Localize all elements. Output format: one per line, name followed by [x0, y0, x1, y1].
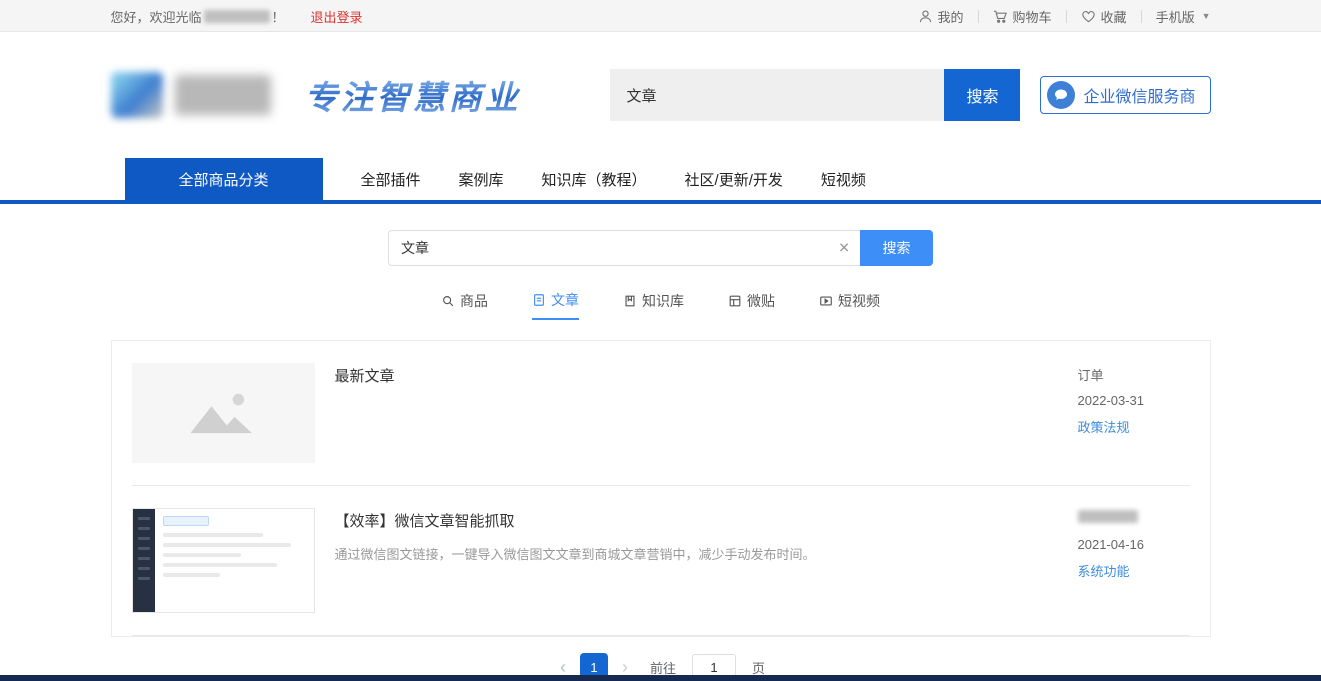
nav-knowledge-base[interactable]: 知识库（教程） [542, 169, 647, 190]
topbar-greeting-area: 您好，欢迎光临 ！ 退出登录 [111, 7, 363, 26]
result-row[interactable]: 最新文章 订单 2022-03-31 政策法规 [132, 341, 1190, 486]
cart-icon [993, 9, 1008, 24]
nav-short-video[interactable]: 短视频 [821, 169, 866, 190]
book-icon [623, 294, 637, 308]
blurred-logo-mark [111, 72, 163, 118]
divider [978, 10, 979, 23]
my-account-link[interactable]: 我的 [918, 7, 964, 26]
video-icon [819, 294, 833, 308]
filter-tab-label: 商品 [460, 291, 488, 311]
my-account-label: 我的 [938, 7, 964, 26]
nav-case-library[interactable]: 案例库 [459, 169, 504, 190]
filter-tab-label: 知识库 [642, 291, 684, 311]
search-icon [441, 294, 455, 308]
filter-tab-label: 短视频 [838, 291, 880, 311]
result-date: 2022-03-31 [1078, 393, 1190, 408]
divider [1141, 10, 1142, 23]
mobile-version-dropdown[interactable]: 手机版 ▼ [1156, 7, 1211, 26]
header: 专注智慧商业 搜索 企业微信服务商 [0, 32, 1321, 158]
result-category-link[interactable]: 系统功能 [1078, 561, 1130, 580]
header-search-input[interactable] [610, 69, 944, 121]
results-card: 最新文章 订单 2022-03-31 政策法规 [111, 340, 1211, 637]
filter-tab-articles[interactable]: 文章 [532, 290, 579, 320]
filter-tab-label: 微贴 [747, 291, 775, 311]
nav-community[interactable]: 社区/更新/开发 [685, 169, 783, 190]
blurred-meta [1078, 510, 1138, 523]
wecom-service-label: 企业微信服务商 [1083, 83, 1195, 107]
blurred-username [204, 10, 270, 23]
favorites-label: 收藏 [1101, 7, 1127, 26]
cart-label: 购物车 [1013, 7, 1052, 26]
grid-icon [728, 294, 742, 308]
filter-tabs: 商品 文章 知识库 微贴 短视频 [0, 290, 1321, 320]
result-thumbnail [132, 508, 315, 613]
result-meta: 订单 [1078, 365, 1190, 384]
result-row[interactable]: 【效率】微信文章智能抓取 通过微信图文链接，一键导入微信图文文章到商城文章营销中… [132, 486, 1190, 636]
chat-bubble-icon [1047, 81, 1075, 109]
thumbnail-body [155, 509, 314, 612]
footer-strip [0, 675, 1321, 681]
nav-all-categories[interactable]: 全部商品分类 [125, 158, 323, 200]
goto-label: 前往 [650, 658, 676, 677]
blurred-logo-text [175, 75, 271, 115]
divider [1066, 10, 1067, 23]
main-nav: 全部商品分类 全部插件 案例库 知识库（教程） 社区/更新/开发 短视频 [0, 158, 1321, 204]
filter-tab-posts[interactable]: 微贴 [728, 290, 775, 320]
inner-search-button[interactable]: 搜索 [860, 230, 933, 266]
filter-tab-label: 文章 [551, 290, 579, 310]
image-placeholder-icon [184, 389, 262, 437]
greeting-end: ！ [272, 7, 285, 26]
filter-tab-goods[interactable]: 商品 [441, 290, 488, 320]
header-search-button[interactable]: 搜索 [944, 69, 1020, 121]
page-unit-label: 页 [752, 658, 765, 677]
result-title[interactable]: 【效率】微信文章智能抓取 [335, 510, 1058, 531]
person-icon [918, 9, 933, 24]
filter-tab-video[interactable]: 短视频 [819, 290, 880, 320]
thumbnail-sidebar [133, 509, 155, 612]
logo-area[interactable]: 专注智慧商业 [111, 71, 521, 119]
article-icon [532, 293, 546, 307]
wecom-service-button[interactable]: 企业微信服务商 [1040, 76, 1210, 114]
content: ✕ 搜索 商品 文章 知识库 微贴 [0, 204, 1321, 681]
filter-tab-knowledge[interactable]: 知识库 [623, 290, 684, 320]
inner-search: ✕ 搜索 [388, 230, 933, 266]
result-description: 通过微信图文链接，一键导入微信图文文章到商城文章营销中，减少手动发布时间。 [335, 545, 1058, 565]
greeting-text: 您好，欢迎光临 [111, 7, 202, 26]
topbar-links: 我的 购物车 收藏 手机版 ▼ [918, 7, 1211, 26]
cart-link[interactable]: 购物车 [993, 7, 1052, 26]
result-title[interactable]: 最新文章 [335, 365, 1058, 386]
nav-all-plugins[interactable]: 全部插件 [361, 169, 421, 190]
caret-down-icon: ▼ [1202, 11, 1211, 21]
mobile-version-label: 手机版 [1156, 7, 1195, 26]
brand-slogan: 专注智慧商业 [305, 71, 521, 119]
result-date: 2021-04-16 [1078, 537, 1190, 552]
topbar: 您好，欢迎光临 ！ 退出登录 我的 购物车 [0, 0, 1321, 32]
header-search: 搜索 [610, 69, 1020, 121]
clear-icon[interactable]: ✕ [838, 240, 850, 257]
inner-search-input[interactable] [388, 230, 860, 266]
favorites-link[interactable]: 收藏 [1081, 7, 1127, 26]
heart-icon [1081, 9, 1096, 24]
image-placeholder [132, 363, 315, 463]
result-category-link[interactable]: 政策法规 [1078, 417, 1130, 436]
logout-link[interactable]: 退出登录 [311, 7, 363, 26]
